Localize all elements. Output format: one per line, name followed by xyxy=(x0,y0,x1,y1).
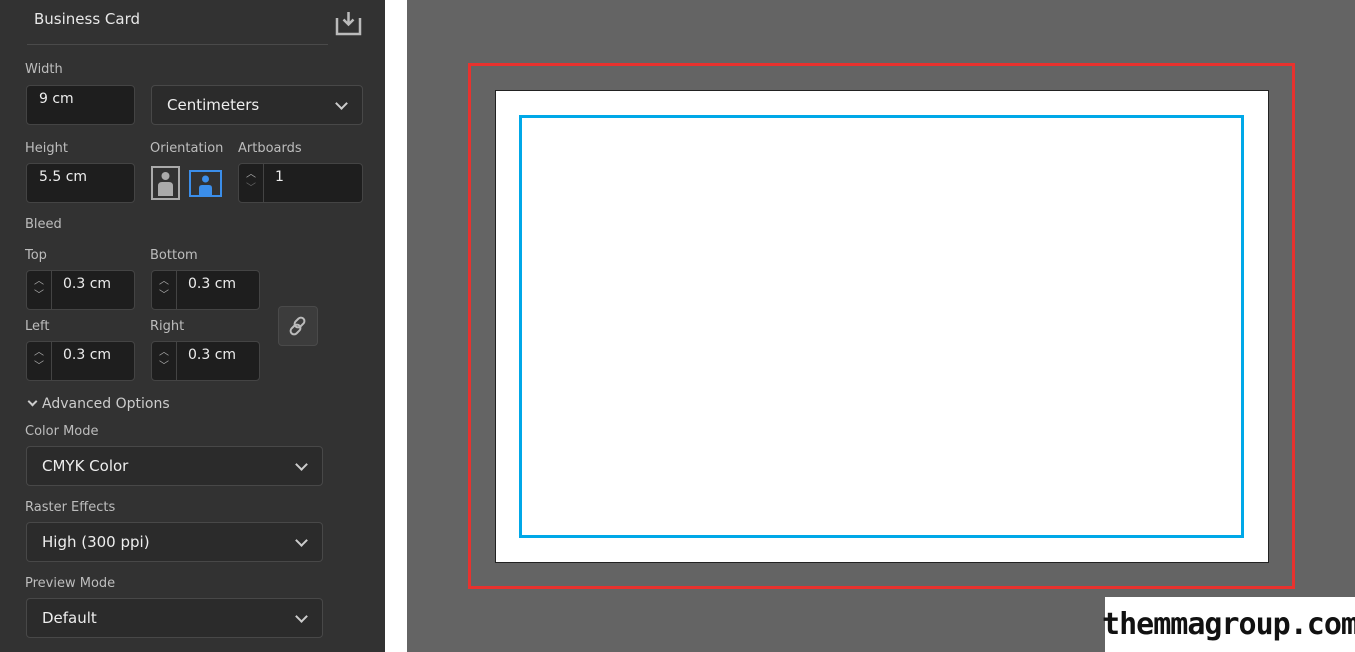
divider xyxy=(27,44,328,45)
new-document-panel: Business Card Width 9 cm Centimeters Hei… xyxy=(0,0,385,652)
artboard-preview-canvas: themmagroup.com xyxy=(407,0,1355,652)
raster-effects-label: Raster Effects xyxy=(25,500,116,515)
bleed-top-value: 0.3 cm xyxy=(63,276,112,292)
bleed-right-label: Right xyxy=(150,319,185,334)
bleed-left-input[interactable]: ︿ ﹀ 0.3 cm xyxy=(26,341,135,381)
artboards-label: Artboards xyxy=(238,141,302,156)
save-preset-icon[interactable] xyxy=(335,10,362,36)
chevron-down-icon xyxy=(295,458,308,471)
bleed-top-input[interactable]: ︿ ﹀ 0.3 cm xyxy=(26,270,135,310)
down-icon[interactable]: ﹀ xyxy=(239,182,263,196)
bleed-right-value: 0.3 cm xyxy=(188,347,237,363)
units-select[interactable]: Centimeters xyxy=(151,85,363,125)
bleed-left-label: Left xyxy=(25,319,50,334)
artboards-stepper[interactable]: ︿ ﹀ xyxy=(239,164,264,202)
portrait-button[interactable] xyxy=(151,166,180,200)
preview-mode-value: Default xyxy=(42,609,97,627)
portrait-icon xyxy=(158,172,173,196)
link-bleed-button[interactable] xyxy=(278,306,318,346)
width-input[interactable]: 9 cm xyxy=(26,85,135,125)
stepper[interactable]: ︿ ﹀ xyxy=(152,271,177,309)
chevron-down-icon xyxy=(295,534,308,547)
landscape-icon xyxy=(199,175,212,195)
preview-mode-select[interactable]: Default xyxy=(26,598,323,638)
raster-effects-select[interactable]: High (300 ppi) xyxy=(26,522,323,562)
units-value: Centimeters xyxy=(167,96,260,114)
preview-mode-label: Preview Mode xyxy=(25,576,116,591)
up-icon[interactable]: ︿ xyxy=(239,168,263,182)
advanced-options-label: Advanced Options xyxy=(42,396,170,412)
bleed-bottom-label: Bottom xyxy=(150,248,198,263)
artboards-input[interactable]: ︿ ﹀ 1 xyxy=(238,163,363,203)
bleed-bottom-input[interactable]: ︿ ﹀ 0.3 cm xyxy=(151,270,260,310)
height-label: Height xyxy=(25,141,68,156)
preset-title[interactable]: Business Card xyxy=(34,10,140,28)
stepper[interactable]: ︿ ﹀ xyxy=(152,342,177,380)
color-mode-label: Color Mode xyxy=(25,424,99,439)
height-input[interactable]: 5.5 cm xyxy=(26,163,135,203)
artboards-value: 1 xyxy=(275,169,284,185)
chevron-down-icon xyxy=(27,396,38,407)
color-mode-select[interactable]: CMYK Color xyxy=(26,446,323,486)
width-label: Width xyxy=(25,62,63,77)
chevron-down-icon xyxy=(295,610,308,623)
orientation-label: Orientation xyxy=(150,141,224,156)
height-value: 5.5 cm xyxy=(39,169,88,185)
width-value: 9 cm xyxy=(39,91,74,107)
bleed-right-input[interactable]: ︿ ﹀ 0.3 cm xyxy=(151,341,260,381)
advanced-options-toggle[interactable]: Advanced Options xyxy=(27,396,170,412)
color-mode-value: CMYK Color xyxy=(42,457,129,475)
link-icon xyxy=(289,316,306,336)
raster-effects-value: High (300 ppi) xyxy=(42,533,150,551)
watermark: themmagroup.com xyxy=(1102,597,1355,652)
bleed-bottom-value: 0.3 cm xyxy=(188,276,237,292)
stepper[interactable]: ︿ ﹀ xyxy=(27,342,52,380)
bleed-top-label: Top xyxy=(25,248,47,263)
bleed-label: Bleed xyxy=(25,217,62,232)
margin-outline xyxy=(519,115,1244,538)
bleed-left-value: 0.3 cm xyxy=(63,347,112,363)
stepper[interactable]: ︿ ﹀ xyxy=(27,271,52,309)
chevron-down-icon xyxy=(335,97,348,110)
landscape-button[interactable] xyxy=(189,170,222,197)
